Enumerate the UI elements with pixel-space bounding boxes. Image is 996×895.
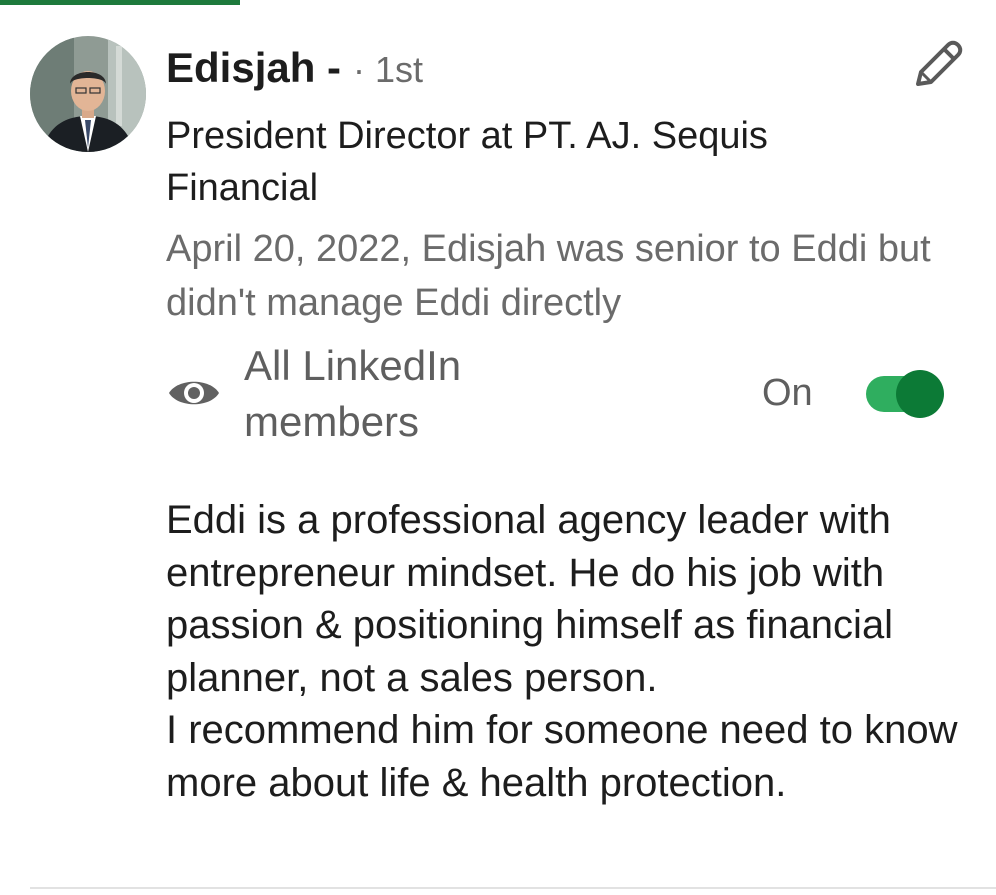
eye-icon xyxy=(166,368,222,418)
toggle-knob xyxy=(896,370,944,418)
divider xyxy=(30,887,996,889)
visibility-toggle[interactable] xyxy=(866,370,944,418)
relationship-text: April 20, 2022, Edisjah was senior to Ed… xyxy=(166,228,931,324)
member-headline: President Director at PT. AJ. Sequis Fin… xyxy=(166,115,768,209)
avatar-photo xyxy=(30,36,146,152)
visibility-label: All LinkedIn members xyxy=(244,342,462,445)
recommendation-text: Eddi is a professional agency leader wit… xyxy=(166,494,976,809)
member-name[interactable]: Edisjah - xyxy=(166,44,341,92)
avatar[interactable] xyxy=(30,36,146,152)
recommendation-paragraph: Eddi is a professional agency leader wit… xyxy=(166,498,894,700)
connection-degree: · 1st xyxy=(353,49,424,90)
toggle-state-label: On xyxy=(762,372,813,414)
recommendation-paragraph: I recommend him for someone need to know… xyxy=(166,708,958,805)
top-accent-bar xyxy=(0,0,240,5)
name-row: Edisjah - · 1st xyxy=(166,44,423,92)
pencil-icon[interactable] xyxy=(910,38,964,92)
